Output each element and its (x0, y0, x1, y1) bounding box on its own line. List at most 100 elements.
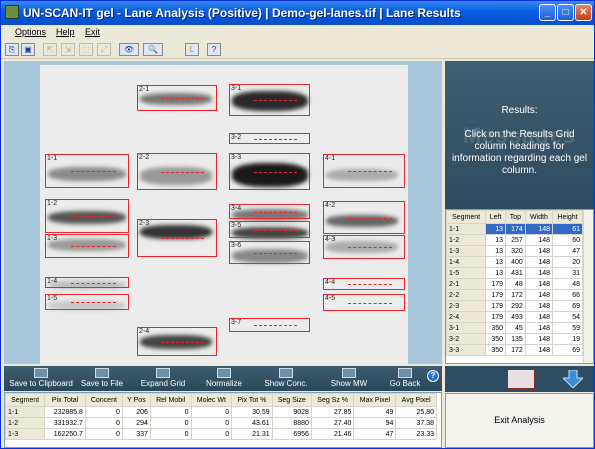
table-cell[interactable]: 13 (485, 256, 507, 268)
results-grid-header[interactable]: Segment (5, 393, 46, 407)
results-grid-header[interactable]: Y Pos (121, 393, 151, 407)
maximize-button[interactable]: □ (557, 4, 574, 21)
table-cell[interactable]: 48 (505, 278, 526, 290)
lane-grid-header[interactable]: Segment (446, 210, 487, 224)
table-cell[interactable]: 148 (524, 311, 554, 323)
lane-grid[interactable]: Segment Left Top Width Height 1-1 13 174 14… (445, 209, 594, 364)
table-cell[interactable]: 45 (505, 322, 526, 334)
table-cell[interactable]: 148 (524, 289, 554, 301)
table-cell[interactable]: 0 (84, 406, 123, 418)
lane-segment[interactable]: 2-4 (137, 327, 217, 356)
table-cell[interactable]: 69 (552, 300, 583, 312)
normalize-button[interactable]: Normalize (200, 367, 248, 390)
table-cell[interactable]: 148 (524, 267, 554, 279)
table-cell[interactable]: 148 (524, 344, 554, 356)
table-cell[interactable]: 27.85 (310, 406, 355, 418)
lane-segment[interactable]: 4-1 (323, 154, 405, 188)
table-cell[interactable]: 47 (353, 428, 397, 440)
table-cell[interactable]: 350 (485, 322, 507, 334)
table-cell[interactable]: 1-1 (446, 223, 487, 235)
table-cell[interactable]: 148 (524, 245, 554, 257)
lane-grid-scrollbar[interactable] (583, 210, 593, 363)
results-grid[interactable]: Segment Pix Total Concent Y Pos Rel Mobil Mol… (4, 392, 442, 448)
table-row[interactable]: 1-1 13 174 148 61 (446, 223, 583, 235)
table-cell[interactable]: 31 (552, 267, 583, 279)
table-row[interactable]: 2-4 179 493 148 54 (446, 311, 583, 323)
table-cell[interactable]: 257 (505, 234, 526, 246)
table-cell[interactable]: 3-3 (446, 344, 487, 356)
table-cell[interactable]: 25.80 (395, 406, 437, 418)
table-cell[interactable]: 148 (524, 278, 554, 290)
resize-icon[interactable]: ⇲ (61, 43, 75, 56)
table-cell[interactable]: 206 (121, 406, 151, 418)
crop-icon[interactable]: ⬚ (79, 43, 93, 56)
table-cell[interactable]: 0 (84, 428, 123, 440)
select-icon[interactable]: ⇱ (43, 43, 57, 56)
table-cell[interactable]: 2-2 (446, 289, 487, 301)
table-cell[interactable]: 23.33 (395, 428, 437, 440)
lane-segment[interactable]: 3-4 (229, 204, 310, 219)
table-cell[interactable]: 1-4 (446, 256, 487, 268)
table-row[interactable]: 2-1 179 48 148 48 (446, 278, 583, 290)
table-row[interactable]: 1-3 13 320 148 47 (446, 245, 583, 257)
table-cell[interactable]: 30.59 (231, 406, 273, 418)
table-cell[interactable]: 320 (505, 245, 526, 257)
close-button[interactable]: ✕ (575, 4, 592, 21)
table-cell[interactable]: 13 (485, 234, 507, 246)
lane-segment[interactable]: 4-4 (323, 278, 405, 290)
lane-segment[interactable]: 2-2 (137, 153, 217, 190)
table-cell[interactable]: 431 (505, 267, 526, 279)
lane-segment[interactable]: 4-5 (323, 294, 405, 311)
results-grid-header[interactable]: Avg Pixel (395, 393, 437, 407)
table-cell[interactable]: 1-1 (5, 406, 46, 418)
table-cell[interactable]: 21.31 (231, 428, 273, 440)
table-cell[interactable]: 148 (524, 333, 554, 345)
table-row[interactable]: 2-2 179 172 148 66 (446, 289, 583, 301)
lane-segment[interactable]: 2-3 (137, 219, 217, 257)
table-cell[interactable]: 3-1 (446, 322, 487, 334)
lane-segment[interactable]: 3-3 (229, 153, 310, 190)
table-cell[interactable]: 2-4 (446, 311, 487, 323)
table-cell[interactable]: 232885.8 (44, 406, 86, 418)
table-cell[interactable]: 13 (485, 267, 507, 279)
table-cell[interactable]: 6956 (271, 428, 312, 440)
table-cell[interactable]: 54 (552, 311, 583, 323)
table-row[interactable]: 1-5 13 431 148 31 (446, 267, 583, 279)
table-cell[interactable]: 0 (190, 417, 233, 429)
lane-grid-header[interactable]: Width (524, 210, 554, 224)
table-cell[interactable]: 13 (485, 223, 507, 235)
view-icon[interactable]: 👁 (119, 43, 139, 56)
exit-analysis-button[interactable]: Exit Analysis (445, 393, 594, 448)
table-cell[interactable]: 43.61 (231, 417, 273, 429)
lane-segment[interactable]: 1-2 (45, 199, 129, 233)
table-cell[interactable]: 294 (121, 417, 151, 429)
lane-grid-header[interactable]: Left (485, 210, 507, 224)
table-cell[interactable]: 179 (485, 289, 507, 301)
show-mw-button[interactable]: Show MW (324, 367, 374, 390)
table-cell[interactable]: 0 (149, 428, 192, 440)
table-row[interactable]: 1-1 232885.8 0 206 0 0 30.59 9028 27.85 49 25.80 (5, 406, 437, 418)
go-back-button[interactable]: Go Back (384, 367, 426, 390)
table-cell[interactable]: 135 (505, 333, 526, 345)
lane-segment[interactable]: 1-5 (45, 294, 129, 310)
table-row[interactable]: 1-2 331932.7 0 294 0 0 43.61 8880 27.40 94 37.38 (5, 417, 437, 429)
lane-segment[interactable]: 3-7 (229, 318, 310, 332)
zoom-icon[interactable]: 🔍 (143, 43, 163, 56)
lane-segment[interactable]: 4-3 (323, 235, 405, 259)
help-icon[interactable]: ? (427, 370, 439, 382)
table-cell[interactable]: 8880 (271, 417, 312, 429)
table-cell[interactable]: 2-1 (446, 278, 487, 290)
table-cell[interactable]: 21.46 (310, 428, 355, 440)
table-cell[interactable]: 350 (485, 344, 507, 356)
table-cell[interactable]: 1-5 (446, 267, 487, 279)
table-cell[interactable]: 400 (505, 256, 526, 268)
table-cell[interactable]: 179 (485, 278, 507, 290)
table-cell[interactable]: 2-3 (446, 300, 487, 312)
table-cell[interactable]: 0 (149, 417, 192, 429)
table-cell[interactable]: 20 (552, 256, 583, 268)
table-cell[interactable]: 331932.7 (44, 417, 86, 429)
table-cell[interactable]: 350 (485, 333, 507, 345)
lane-segment[interactable]: 3-5 (229, 221, 310, 238)
table-cell[interactable]: 27.40 (310, 417, 355, 429)
table-row[interactable]: 3-1 350 45 148 59 (446, 322, 583, 334)
